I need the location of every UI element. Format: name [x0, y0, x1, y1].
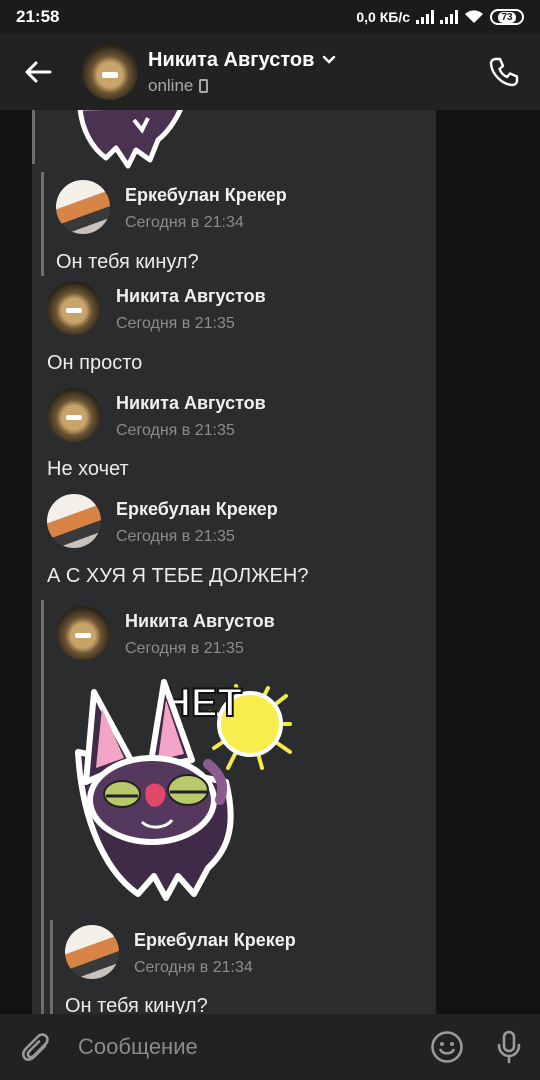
- message-author[interactable]: Еркебулан Крекер: [134, 930, 296, 951]
- net-speed: 0,0 КБ/с: [356, 9, 410, 25]
- message-author[interactable]: Никита Августов: [116, 286, 266, 307]
- message-time: Сегодня в 21:35: [116, 422, 235, 439]
- message-text: Не хочет: [47, 458, 129, 480]
- forwarded-messages-card: Еркебулан Крекер Сегодня в 21:34 Он тебя…: [32, 110, 436, 1014]
- signal-icon-2: [440, 10, 458, 24]
- back-arrow-icon: [25, 61, 52, 83]
- battery-level: 73: [498, 11, 516, 23]
- chat-title-block[interactable]: Никита Августов online: [148, 49, 336, 96]
- status-bar: 21:58 0,0 КБ/с 73: [0, 0, 540, 34]
- phone-icon: [489, 57, 519, 87]
- quote-line: [32, 110, 35, 164]
- message-time: Сегодня в 21:35: [125, 640, 244, 657]
- message-text: А С ХУЯ Я ТЕБЕ ДОЛЖЕН?: [47, 565, 309, 587]
- message-author[interactable]: Еркебулан Крекер: [116, 499, 278, 520]
- message-time: Сегодня в 21:35: [116, 315, 235, 332]
- message-list[interactable]: Еркебулан Крекер Сегодня в 21:34 Он тебя…: [0, 110, 540, 1014]
- quote-line: [50, 920, 53, 1014]
- message-text: Он тебя кинул?: [56, 251, 199, 273]
- chat-name[interactable]: Никита Августов: [148, 49, 336, 72]
- message-time: Сегодня в 21:34: [125, 214, 244, 231]
- smile-icon: [431, 1031, 463, 1063]
- bat-sticker-partial: [77, 110, 183, 169]
- message-author[interactable]: Никита Августов: [125, 611, 275, 632]
- chat-header: Никита Августов online: [0, 34, 540, 110]
- message-time: Сегодня в 21:35: [116, 528, 235, 545]
- composer-bar: [0, 1014, 540, 1080]
- chat-status-text: online: [148, 75, 194, 95]
- microphone-button[interactable]: [478, 1014, 540, 1080]
- paperclip-icon: [22, 1033, 49, 1061]
- message-author[interactable]: Еркебулан Крекер: [125, 185, 287, 206]
- message-text: Он тебя кинул?: [65, 995, 208, 1014]
- avatar[interactable]: [56, 606, 110, 660]
- bat-sticker[interactable]: НЕТ: [58, 672, 308, 902]
- message-author[interactable]: Никита Августов: [116, 393, 266, 414]
- chat-avatar[interactable]: [82, 44, 138, 100]
- avatar[interactable]: [47, 494, 101, 548]
- message-time: Сегодня в 21:34: [134, 959, 253, 976]
- battery-icon: 73: [490, 9, 524, 25]
- chevron-down-icon: [323, 55, 336, 64]
- avatar[interactable]: [47, 388, 101, 442]
- quote-line: [41, 172, 44, 276]
- message-input[interactable]: [72, 1025, 416, 1069]
- attach-button[interactable]: [0, 1014, 72, 1080]
- chat-screen: 21:58 0,0 КБ/с 73 Никита Августов online: [0, 0, 540, 1080]
- microphone-icon: [497, 1030, 521, 1064]
- quote-line: [41, 600, 44, 1014]
- status-indicators: 0,0 КБ/с 73: [356, 9, 524, 25]
- signal-icon: [416, 10, 434, 24]
- call-button[interactable]: [482, 50, 526, 94]
- emoji-button[interactable]: [416, 1014, 478, 1080]
- status-time: 21:58: [16, 7, 60, 26]
- message-text: Он просто: [47, 352, 143, 374]
- chat-name-text: Никита Августов: [148, 48, 315, 71]
- mobile-device-icon: [199, 78, 209, 93]
- chat-status: online: [148, 76, 336, 96]
- back-button[interactable]: [0, 34, 76, 110]
- avatar[interactable]: [47, 281, 101, 335]
- avatar[interactable]: [65, 925, 119, 979]
- avatar[interactable]: [56, 180, 110, 234]
- wifi-icon: [465, 10, 483, 23]
